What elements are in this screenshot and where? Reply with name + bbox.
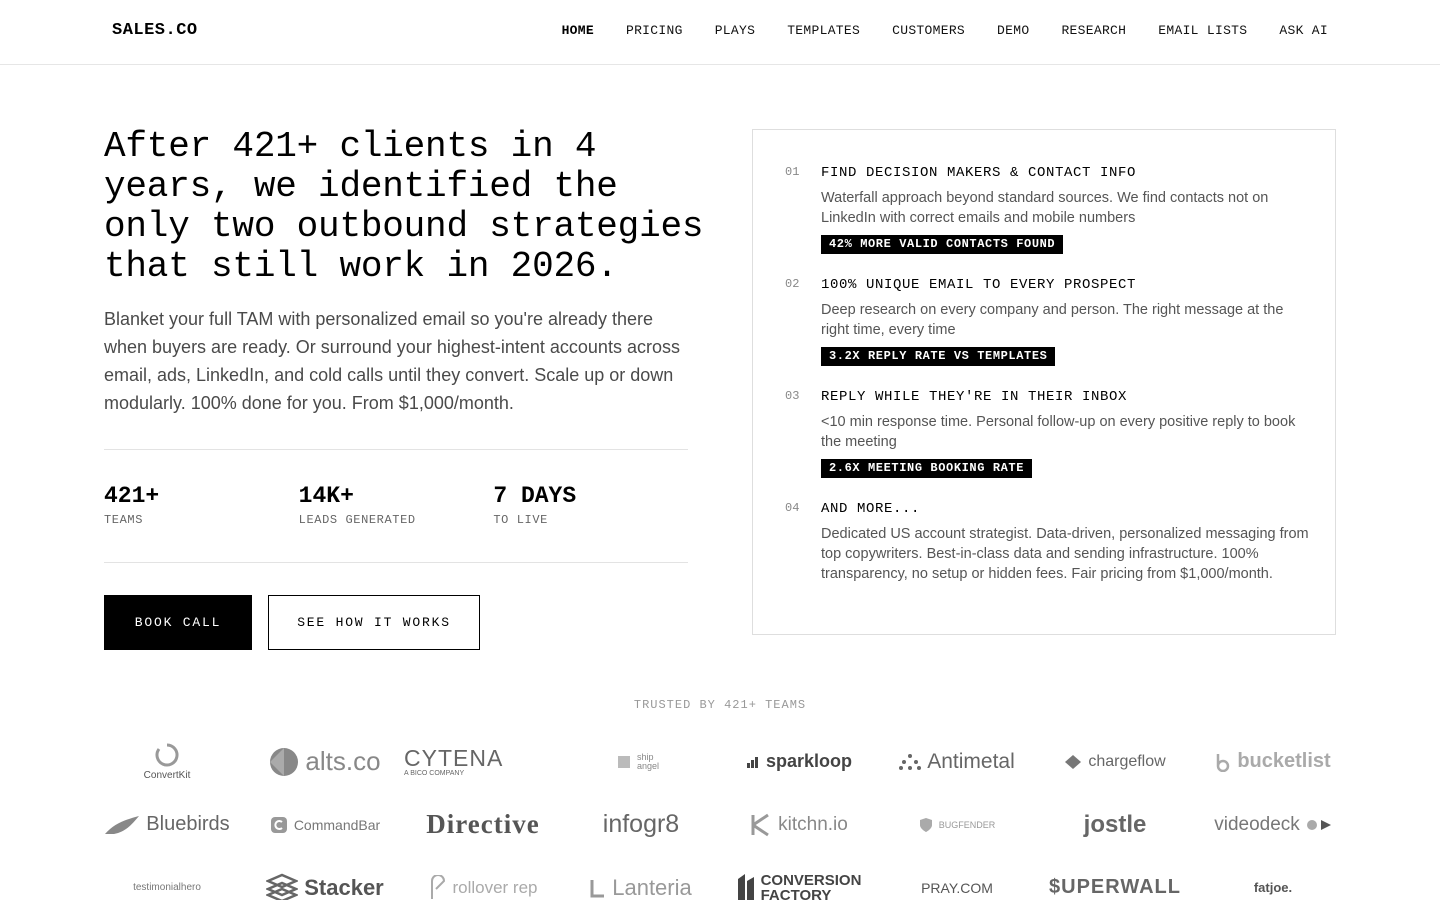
stat-value: 14K+	[298, 483, 354, 509]
logo-pray-com: PRAY.COM	[921, 879, 993, 896]
stat-days: 7 DAYS TO LIVE	[493, 482, 688, 527]
stacker-icon	[266, 873, 299, 900]
conversion-factory-icon	[737, 873, 754, 900]
nav-research[interactable]: RESEARCH	[1061, 23, 1126, 38]
videodeck-icon	[1306, 819, 1331, 830]
stat-label: TO LIVE	[493, 513, 548, 527]
sparkloop-icon	[746, 756, 758, 768]
hero-title: After 421+ clients in 4 years, we identi…	[104, 126, 704, 287]
feature-number: 01	[785, 165, 800, 179]
nav-email-lists[interactable]: EMAIL LISTS	[1158, 23, 1247, 38]
logo-infogr8: infogr8	[602, 810, 680, 838]
logo-superwall: $UPERWALL	[1049, 876, 1181, 898]
stats-row: 421+ TEAMS 14K+ LEADS GENERATED 7 DAYS T…	[104, 482, 688, 527]
logo-cytena: CYTENA A BICO COMPANY	[404, 745, 504, 777]
logo-bugfender: BUGFENDER	[878, 817, 1036, 833]
antimetal-icon	[899, 753, 922, 770]
feature-title: REPLY WHILE THEY'RE IN THEIR INBOX	[821, 389, 1128, 405]
divider-top	[104, 449, 688, 450]
logo-jostle: jostle	[1083, 810, 1147, 838]
stat-value: 7 DAYS	[493, 483, 577, 509]
logo-sparkloop: sparkloop	[720, 751, 878, 772]
logo-rollover-rep: rollover rep	[404, 874, 562, 900]
feature-title: AND MORE...	[821, 501, 921, 517]
main-nav: HOME PRICING PLAYS TEMPLATES CUSTOMERS D…	[562, 23, 1328, 38]
logo-stacker: Stacker	[246, 873, 404, 900]
lanteria-icon	[590, 879, 605, 897]
logo-ship-angel: ship angel	[562, 752, 720, 771]
feature-title: 100% UNIQUE EMAIL TO EVERY PROSPECT	[821, 277, 1137, 293]
see-how-it-works-button[interactable]: SEE HOW IT WORKS	[268, 595, 480, 650]
nav-demo[interactable]: DEMO	[997, 23, 1029, 38]
logo-commandbar: CommandBar	[246, 816, 404, 834]
logo-alts-co: alts.co	[246, 746, 404, 777]
stat-leads: 14K+ LEADS GENERATED	[299, 482, 494, 527]
feature-number: 04	[785, 501, 800, 515]
nav-ask-ai[interactable]: ASK AI	[1279, 23, 1328, 38]
feature-description: Dedicated US account strategist. Data-dr…	[821, 526, 1309, 582]
bluebird-icon	[105, 815, 140, 834]
logo-bucketlist: bucketlist	[1194, 750, 1352, 773]
customer-logos: ConvertKit alts.co CYTENA A BICO COMPANY…	[88, 730, 1352, 900]
feature-number: 03	[785, 389, 800, 403]
commandbar-icon	[270, 816, 287, 833]
ship-angel-icon	[618, 755, 630, 768]
rollover-icon	[431, 874, 446, 899]
feature-badge: 42% MORE VALID CONTACTS FOUND	[821, 235, 1064, 254]
trusted-heading: TRUSTED BY 421+ TEAMS	[633, 698, 807, 712]
logo-row: Bluebirds CommandBar Directive infogr8 k…	[88, 793, 1352, 856]
feature-description: Waterfall approach beyond standard sourc…	[821, 190, 1269, 226]
logo-directive: Directive	[426, 809, 540, 839]
logo-lanteria: Lanteria	[562, 875, 720, 900]
stat-value: 421+	[104, 483, 160, 509]
feature-description: <10 min response time. Personal follow-u…	[821, 414, 1296, 450]
logo-convertkit: ConvertKit	[88, 742, 246, 781]
bucketlist-icon	[1217, 753, 1230, 772]
stat-label: LEADS GENERATED	[298, 513, 416, 527]
logo-row: ConvertKit alts.co CYTENA A BICO COMPANY…	[88, 730, 1352, 793]
logo-videodeck: videodeck	[1194, 814, 1352, 836]
logo-conversion-factory: CONVERSION FACTORY	[720, 873, 878, 900]
alts-icon	[270, 747, 299, 776]
stat-teams: 421+ TEAMS	[104, 482, 299, 527]
feature-description: Deep research on every company and perso…	[821, 302, 1284, 338]
feature-number: 02	[785, 277, 800, 291]
logo-testimonialhero: testimonialhero	[133, 882, 201, 893]
nav-templates[interactable]: TEMPLATES	[787, 23, 860, 38]
nav-pricing[interactable]: PRICING	[626, 23, 683, 38]
logo-chargeflow: chargeflow	[1036, 753, 1194, 771]
logo-kitchn-io: kitchn.io	[720, 813, 878, 837]
nav-home[interactable]: HOME	[562, 23, 594, 38]
feature-badge: 2.6X MEETING BOOKING RATE	[821, 459, 1033, 478]
book-call-button[interactable]: BOOK CALL	[104, 595, 252, 650]
stat-label: TEAMS	[104, 513, 144, 527]
site-logo[interactable]: SALES.CO	[112, 21, 198, 40]
bugfender-icon	[919, 817, 932, 832]
logo-row: testimonialhero Stacker rollover rep Lan…	[88, 856, 1352, 900]
nav-customers[interactable]: CUSTOMERS	[892, 23, 965, 38]
logo-bluebirds: Bluebirds	[88, 813, 246, 836]
logo-fatjoe: fatjoe.	[1253, 880, 1293, 895]
feature-badge: 3.2X REPLY RATE VS TEMPLATES	[821, 347, 1056, 366]
feature-title: FIND DECISION MAKERS & CONTACT INFO	[821, 165, 1137, 181]
site-header: SALES.CO HOME PRICING PLAYS TEMPLATES CU…	[0, 0, 1440, 65]
hero-subtitle: Blanket your full TAM with personalized …	[104, 309, 680, 413]
kitchn-icon	[751, 813, 769, 836]
chargeflow-icon	[1065, 754, 1082, 769]
features-card: 01 FIND DECISION MAKERS & CONTACT INFO W…	[752, 129, 1336, 635]
nav-plays[interactable]: PLAYS	[715, 23, 756, 38]
logo-antimetal: Antimetal	[878, 750, 1036, 774]
convertkit-icon	[155, 743, 179, 767]
divider-bottom	[104, 562, 688, 563]
